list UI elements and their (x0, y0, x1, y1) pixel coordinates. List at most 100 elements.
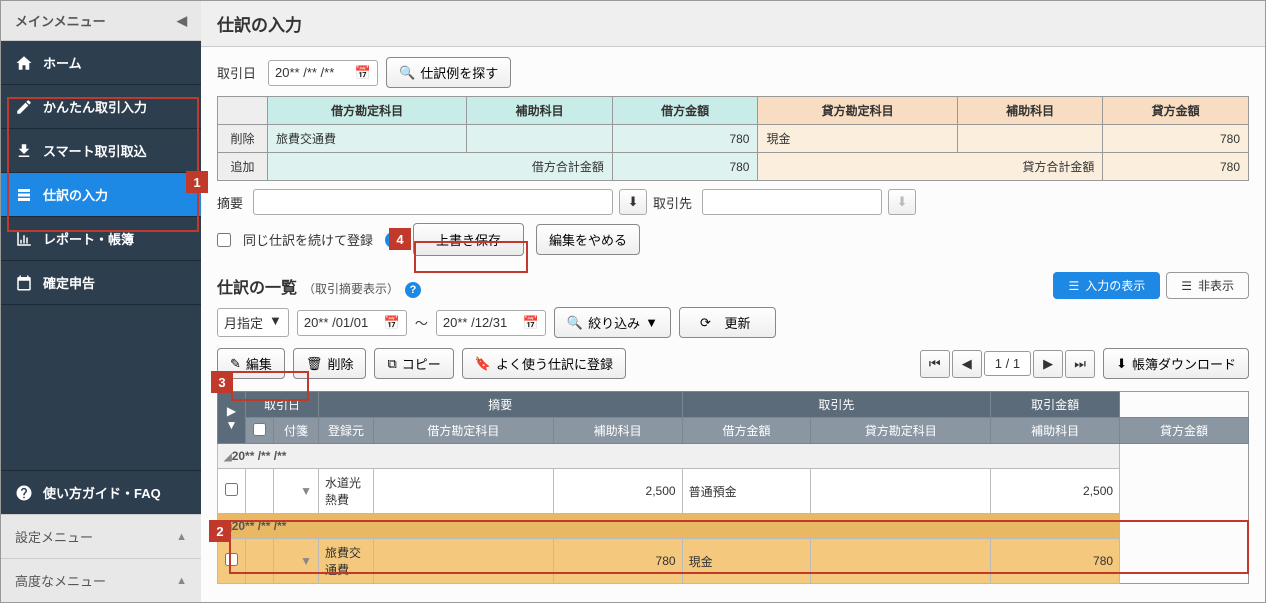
trash-icon: 🗑 (306, 356, 323, 372)
nav-faq[interactable]: 使い方ガイド・FAQ (1, 471, 201, 514)
list-table: ▶ ▼ 取引日 摘要 取引先 取引金額 付箋 登録元 借方勘定科目 補助科目 借… (217, 391, 1249, 584)
cancel-edit-button[interactable]: 編集をやめる (536, 224, 640, 255)
debit-amount[interactable]: 780 (612, 125, 758, 153)
chart-icon (15, 230, 33, 248)
import-icon (15, 142, 33, 160)
entry-form: 取引日 20** /** /** 📅 🔍 仕訳例を探す 借方勘定科目 補助科目 … (201, 47, 1265, 266)
summary-input[interactable] (253, 189, 613, 215)
list-icon: ☰ (1181, 279, 1192, 293)
trader-input[interactable] (702, 189, 882, 215)
group-row-selected[interactable]: ◢20** /** /** (218, 514, 1249, 539)
list-icon: ☰ (1068, 279, 1079, 293)
debit-total: 780 (612, 153, 758, 181)
settings-menu[interactable]: 設定メニュー ▲ (1, 514, 201, 558)
row-checkbox[interactable] (225, 553, 238, 566)
filter-button[interactable]: 🔍 絞り込み ▼ (554, 307, 671, 338)
table-row[interactable]: ▼ 水道光熱費 2,500 普通預金 2,500 (218, 469, 1249, 514)
th-debit-acct: 借方勘定科目 (268, 97, 467, 125)
date-from-input[interactable]: 20** /01/01📅 (297, 310, 407, 336)
th-date[interactable]: 取引日 (246, 392, 319, 418)
trader-dropdown[interactable]: ⬇ (888, 189, 916, 215)
question-icon (15, 484, 33, 502)
download-button[interactable]: ⬇ 帳簿ダウンロード (1103, 348, 1249, 379)
period-mode-select[interactable]: 月指定▼ (217, 308, 289, 337)
th-deb-acct: 借方勘定科目 (374, 418, 554, 444)
refresh-button[interactable]: ⟳ 更新 (679, 307, 776, 338)
sidebar-collapse-icon[interactable]: ◀ (177, 13, 187, 29)
debit-total-label: 借方合計金額 (268, 153, 613, 181)
page-title: 仕訳の入力 (201, 1, 1265, 47)
register-favorite-button[interactable]: 🔖 よく使う仕訳に登録 (462, 348, 626, 379)
view-hide-button[interactable]: ☰ 非表示 (1166, 272, 1249, 299)
credit-sub[interactable] (957, 125, 1103, 153)
callout-1: 1 (186, 171, 208, 193)
first-page-button[interactable]: ⏮ (920, 350, 950, 378)
search-icon: 🔍 (567, 315, 583, 331)
find-label: 仕訳例を探す (420, 63, 498, 82)
nav-smart-import[interactable]: スマート取引取込 (1, 129, 201, 173)
calendar-icon[interactable]: 📅 (355, 65, 371, 81)
find-example-button[interactable]: 🔍 仕訳例を探す (386, 57, 511, 88)
nav-reports[interactable]: レポート・帳簿 (1, 217, 201, 261)
row-add-button[interactable]: 追加 (218, 153, 268, 181)
summary-dropdown[interactable]: ⬇ (619, 189, 647, 215)
list-section: 仕訳の一覧 （取引摘要表示） ? ☰ 入力の表示 ☰ 非表示 (201, 266, 1265, 387)
nav-easy-entry[interactable]: かんたん取引入力 (1, 85, 201, 129)
settings-menu-label: 設定メニュー (15, 527, 93, 546)
page-indicator: 1 / 1 (984, 351, 1031, 376)
th-tag: 付箋 (274, 418, 319, 444)
row-checkbox[interactable] (225, 483, 238, 496)
nav-faq-label: 使い方ガイド・FAQ (43, 483, 161, 502)
credit-account[interactable]: 現金 (758, 125, 957, 153)
calendar-icon: 📅 (384, 315, 400, 331)
copy-button[interactable]: ⧉ コピー (374, 348, 453, 379)
credit-amount[interactable]: 780 (1103, 125, 1249, 153)
th-debit-amt: 借方金額 (612, 97, 758, 125)
date-input[interactable]: 20** /** /** 📅 (268, 60, 378, 86)
date-to-input[interactable]: 20** /12/31📅 (436, 310, 546, 336)
credit-total-label: 貸方合計金額 (758, 153, 1103, 181)
help-icon[interactable]: ? (405, 282, 421, 298)
th-summary: 摘要 (319, 392, 683, 418)
th-cre-acct: 貸方勘定科目 (811, 418, 991, 444)
caret-up-icon: ▲ (176, 531, 187, 543)
calendar-icon: 📅 (523, 315, 539, 331)
bookmark-icon: 🔖 (475, 356, 491, 372)
group-row[interactable]: ◢20** /** /** (218, 444, 1249, 469)
th-cre-amt: 貸方金額 (1120, 418, 1249, 444)
th-credit-amt: 貸方金額 (1103, 97, 1249, 125)
search-icon: 🔍 (399, 65, 415, 81)
sidebar-title: メインメニュー (15, 11, 106, 30)
prev-page-button[interactable]: ◀ (952, 350, 982, 378)
pencil-icon: ✎ (230, 356, 241, 372)
row-delete-button[interactable]: 削除 (218, 125, 268, 153)
save-button[interactable]: 上書き保存 (413, 223, 524, 256)
calendar-icon (15, 274, 33, 292)
debit-sub[interactable] (467, 125, 613, 153)
advanced-menu-label: 高度なメニュー (15, 571, 106, 590)
th-deb-sub: 補助科目 (553, 418, 682, 444)
entry-table: 借方勘定科目 補助科目 借方金額 貸方勘定科目 補助科目 貸方金額 削除 旅費交… (217, 96, 1249, 181)
delete-button[interactable]: 🗑 削除 (293, 348, 367, 379)
th-checkbox[interactable] (246, 418, 274, 444)
view-show-button[interactable]: ☰ 入力の表示 (1053, 272, 1160, 299)
last-page-button[interactable]: ⏭ (1065, 350, 1095, 378)
list-title: 仕訳の一覧 （取引摘要表示） ? (217, 274, 421, 298)
nav-journal-label: 仕訳の入力 (43, 185, 108, 204)
nav-smart-label: スマート取引取込 (43, 141, 147, 160)
repeat-checkbox[interactable] (217, 233, 231, 247)
nav-home-label: ホーム (43, 53, 82, 72)
th-trader: 取引先 (682, 392, 991, 418)
next-page-button[interactable]: ▶ (1033, 350, 1063, 378)
debit-account[interactable]: 旅費交通費 (268, 125, 467, 153)
table-row-selected[interactable]: ▼ 旅費交通費 780 現金 780 (218, 539, 1249, 584)
nav-journal-entry[interactable]: 仕訳の入力 (1, 173, 201, 217)
sidebar-header: メインメニュー ◀ (1, 1, 201, 41)
th-expand[interactable]: ▶ ▼ (218, 392, 246, 444)
copy-icon: ⧉ (387, 356, 396, 372)
nav-home[interactable]: ホーム (1, 41, 201, 85)
advanced-menu[interactable]: 高度なメニュー ▲ (1, 558, 201, 602)
callout-2: 2 (209, 520, 231, 542)
nav-tax[interactable]: 確定申告 (1, 261, 201, 305)
callout-3: 3 (211, 371, 233, 393)
